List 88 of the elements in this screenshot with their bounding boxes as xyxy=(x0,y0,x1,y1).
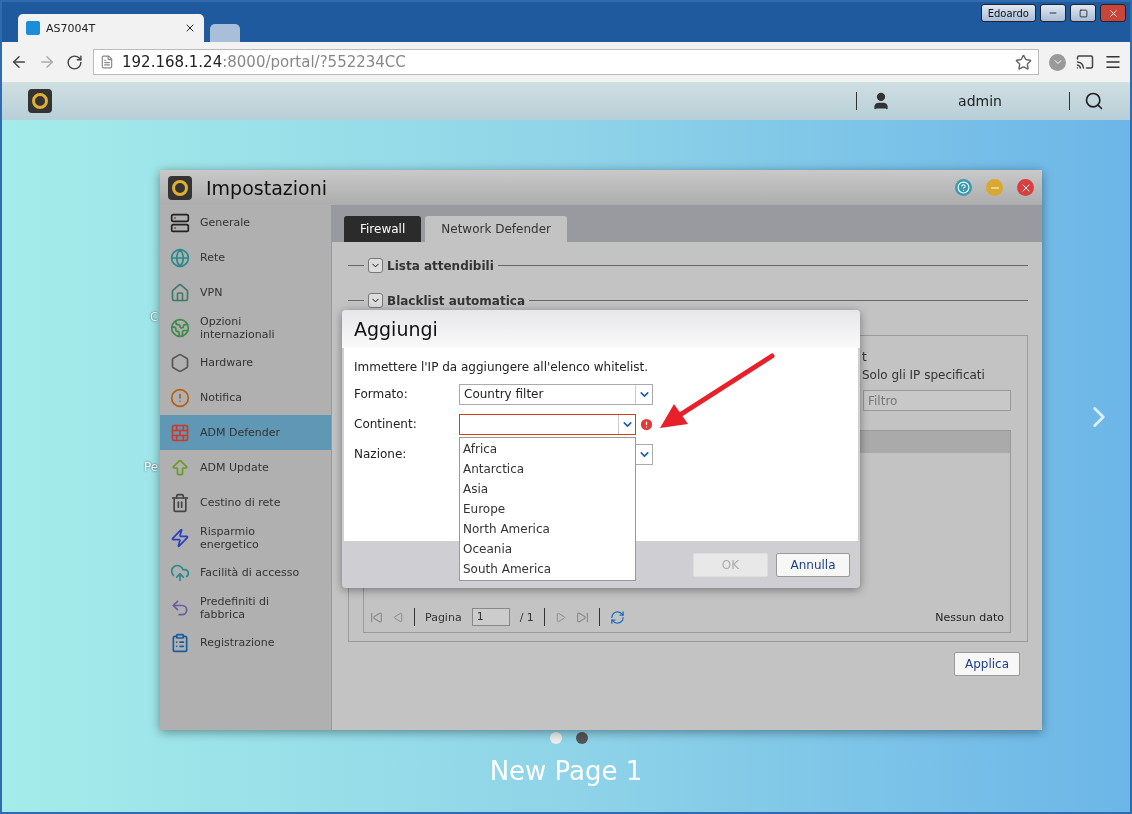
dropdown-option[interactable]: Africa xyxy=(460,439,635,459)
page-title: New Page 1 xyxy=(489,756,643,786)
sidebar-item[interactable]: Risparmio energetico xyxy=(160,520,331,555)
search-icon[interactable] xyxy=(1084,91,1104,111)
tab[interactable]: Network Defender xyxy=(425,216,567,242)
alert-icon xyxy=(170,387,190,408)
refresh-icon[interactable] xyxy=(609,609,625,625)
favicon-icon xyxy=(26,21,40,35)
filter-field[interactable]: Filtro xyxy=(863,390,1011,411)
page-dot[interactable] xyxy=(550,732,562,744)
dropdown-option[interactable]: Antarctica xyxy=(460,459,635,479)
sidebar-item[interactable]: VPN xyxy=(160,275,331,310)
cast-icon[interactable] xyxy=(1076,53,1094,71)
section-title: Lista attendibili xyxy=(387,258,494,273)
maximize-button[interactable] xyxy=(1070,4,1096,22)
reload-icon[interactable] xyxy=(66,53,83,71)
dialog-title: Aggiungi xyxy=(354,318,438,340)
close-icon xyxy=(1107,7,1119,19)
sidebar-item[interactable]: ADM Defender xyxy=(160,415,331,450)
dropdown-option[interactable]: North America xyxy=(460,519,635,539)
user-icon[interactable] xyxy=(871,91,891,111)
sidebar-item[interactable]: Rete xyxy=(160,240,331,275)
power-icon xyxy=(170,527,190,548)
close-icon[interactable] xyxy=(184,22,196,34)
error-icon xyxy=(639,416,654,432)
user-name[interactable]: admin xyxy=(905,93,1055,109)
apply-button[interactable]: Applica xyxy=(953,652,1020,676)
cancel-button[interactable]: Annulla xyxy=(776,552,850,577)
sidebar-item[interactable]: Predefiniti di fabbrica xyxy=(160,590,331,625)
status-text: Nessun dato xyxy=(935,610,1004,624)
cut-text: t xyxy=(862,350,867,364)
field-label: Formato: xyxy=(354,387,409,401)
log-icon xyxy=(170,632,190,653)
sidebar-item[interactable]: Generale xyxy=(160,205,331,240)
help-icon[interactable] xyxy=(955,179,972,196)
dropdown-field[interactable]: Country filter xyxy=(459,383,653,405)
app-logo-icon[interactable] xyxy=(28,89,52,113)
page-label: Pagina xyxy=(425,610,462,624)
url-host: 192.168.1.24 xyxy=(122,53,223,71)
page-dot[interactable] xyxy=(576,732,588,744)
tab[interactable]: Firewall xyxy=(344,216,422,242)
bookmark-star-icon[interactable] xyxy=(1015,53,1032,71)
back-icon[interactable] xyxy=(10,53,28,71)
dropdown-option[interactable]: Asia xyxy=(460,479,635,499)
server-icon xyxy=(170,212,190,233)
dropdown-option[interactable]: Europe xyxy=(460,499,635,519)
sidebar-item[interactable]: Notifica xyxy=(160,380,331,415)
dropdown-option[interactable]: Oceania xyxy=(460,539,635,559)
sidebar-item[interactable]: Registrazione xyxy=(160,625,331,660)
window-title: Impostazioni xyxy=(206,176,328,199)
collapse-toggle[interactable] xyxy=(368,293,383,308)
hardware-icon xyxy=(170,352,190,373)
menu-icon[interactable] xyxy=(1104,53,1122,71)
firewall-icon xyxy=(170,422,190,443)
browser-tab[interactable]: AS7004T xyxy=(18,14,204,42)
update-icon xyxy=(170,457,190,478)
desktop-icon-label: C xyxy=(150,310,159,324)
trash-icon xyxy=(170,492,190,513)
user-button[interactable]: Edoardo xyxy=(980,4,1036,22)
section-title: Blacklist automatica xyxy=(387,293,526,308)
field-label: Continent: xyxy=(354,417,418,431)
page-icon xyxy=(100,55,114,69)
url-path: :8000/portal/?552234CC xyxy=(222,53,406,71)
sidebar-item[interactable]: Hardware xyxy=(160,345,331,380)
undo-icon xyxy=(170,597,190,618)
dropdown-option[interactable]: South America xyxy=(460,559,635,579)
maximize-icon xyxy=(1078,8,1088,18)
region-icon xyxy=(170,317,190,338)
desktop-icon-label: Pe xyxy=(144,460,159,474)
sidebar-item[interactable]: Cestino di rete xyxy=(160,485,331,520)
extension-icon[interactable] xyxy=(1049,53,1066,71)
settings-logo-icon xyxy=(168,175,192,200)
sidebar-item[interactable]: Facilità di accesso xyxy=(160,555,331,590)
address-field[interactable]: 192.168.1.24:8000/portal/?552234CC xyxy=(93,49,1039,75)
dropdown-field[interactable] xyxy=(459,413,636,435)
page-total: / 1 xyxy=(519,610,534,624)
sidebar-item[interactable]: Opzioni internazionali xyxy=(160,310,331,345)
home-icon xyxy=(170,282,190,303)
close-button[interactable] xyxy=(1100,4,1126,22)
sidebar-item[interactable]: ADM Update xyxy=(160,450,331,485)
option-label: Solo gli IP specificati xyxy=(862,368,985,382)
dialog-instructions: Immettere l'IP da aggiungere all'elenco whitelist. xyxy=(354,360,650,374)
field-label: Nazione: xyxy=(354,447,408,461)
page-field[interactable]: 1 xyxy=(471,608,510,626)
globe-icon xyxy=(170,247,190,268)
cloud-icon xyxy=(170,562,190,583)
collapse-toggle[interactable] xyxy=(368,258,383,273)
minimize-button[interactable] xyxy=(1040,4,1066,22)
